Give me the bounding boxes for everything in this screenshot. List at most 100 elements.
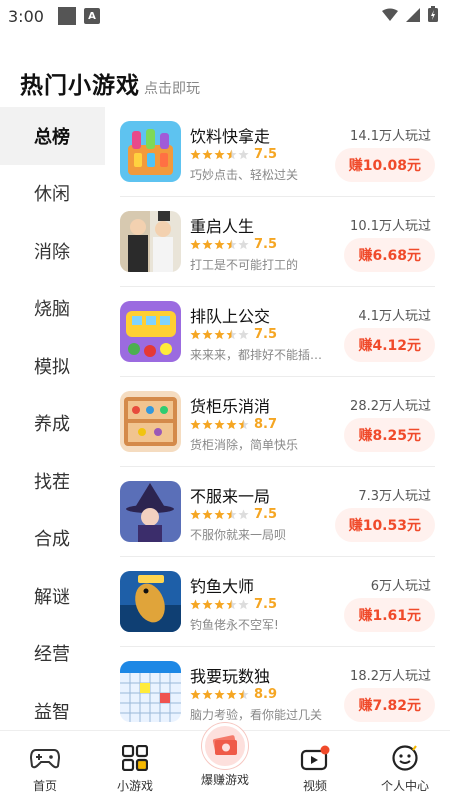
earn-button[interactable]: 赚1.61元 xyxy=(344,598,435,632)
category-item[interactable]: 合成 xyxy=(0,510,105,568)
star-icon xyxy=(190,689,201,700)
status-bar: 3:00 A xyxy=(0,0,450,32)
nav-label: 个人中心 xyxy=(380,779,429,793)
star-icon xyxy=(214,599,225,610)
rating-score: 8.7 xyxy=(254,417,278,432)
empty-star-icon xyxy=(238,329,249,340)
witch-game-thumbnail[interactable] xyxy=(120,481,181,542)
fishing-master-thumbnail[interactable] xyxy=(120,571,181,632)
empty-star-icon xyxy=(238,509,249,520)
half-star-icon xyxy=(226,149,237,160)
game-list: 饮料快拿走 7.5 巧妙点击、轻松过关 14.1万人玩过 赚10.08元 重启人… xyxy=(105,107,450,725)
star-icon xyxy=(202,689,213,700)
half-star-icon xyxy=(238,419,249,430)
play-count: 18.2万人玩过 xyxy=(350,669,431,684)
nav-label: 视频 xyxy=(302,779,327,793)
money-icon xyxy=(202,723,248,769)
app-notification-icon: A xyxy=(84,8,100,24)
nav-label: 首页 xyxy=(32,779,57,793)
star-icon xyxy=(190,509,201,520)
star-rating xyxy=(190,509,250,520)
category-item[interactable]: 休闲 xyxy=(0,165,105,223)
grid-icon xyxy=(120,743,150,773)
star-rating xyxy=(190,149,250,160)
star-rating xyxy=(190,329,250,340)
rating-score: 7.5 xyxy=(254,147,278,162)
rating: 8.9 xyxy=(190,687,277,702)
star-icon xyxy=(190,239,201,250)
battery-icon xyxy=(428,6,438,26)
life-restart-thumbnail[interactable] xyxy=(120,211,181,272)
category-item[interactable]: 找茬 xyxy=(0,452,105,510)
nav-home[interactable]: 首页 xyxy=(0,731,90,800)
earn-button[interactable]: 赚7.82元 xyxy=(344,688,435,722)
star-rating xyxy=(190,419,250,430)
page-title: 热门小游戏 xyxy=(20,73,140,99)
game-row[interactable]: 重启人生 7.5 打工是不可能打工的 10.1万人玩过 赚6.68元 xyxy=(120,197,435,287)
half-star-icon xyxy=(226,509,237,520)
empty-star-icon xyxy=(238,239,249,250)
game-description: 不服你就来一局呗 xyxy=(190,528,287,542)
category-item[interactable]: 烧脑 xyxy=(0,280,105,338)
game-row[interactable]: 钓鱼大师 7.5 钓鱼佬永不空军! 6万人玩过 赚1.61元 xyxy=(120,557,435,647)
category-sidebar: 总榜 休闲 消除 烧脑 模拟 养成 找茬 合成 解谜 经营 益智 xyxy=(0,107,105,725)
category-item[interactable]: 模拟 xyxy=(0,337,105,395)
nav-profile[interactable]: 个人中心 xyxy=(360,731,450,800)
star-icon xyxy=(202,239,213,250)
earn-button[interactable]: 赚4.12元 xyxy=(344,328,435,362)
category-item[interactable]: 益智 xyxy=(0,682,105,725)
star-icon xyxy=(190,599,201,610)
bus-queue-thumbnail[interactable] xyxy=(120,301,181,362)
status-time: 3:00 xyxy=(8,6,44,26)
game-row[interactable]: 不服来一局 7.5 不服你就来一局呗 7.3万人玩过 赚10.53元 xyxy=(120,467,435,557)
cabinet-match-thumbnail[interactable] xyxy=(120,391,181,452)
category-item[interactable]: 解谜 xyxy=(0,567,105,625)
nav-video[interactable]: 视频 xyxy=(270,731,360,800)
game-row[interactable]: 我要玩数独 8.9 脑力考验，看你能过几关 18.2万人玩过 赚7.82元 xyxy=(120,647,435,725)
star-icon xyxy=(202,599,213,610)
game-row[interactable]: 饮料快拿走 7.5 巧妙点击、轻松过关 14.1万人玩过 赚10.08元 xyxy=(120,107,435,197)
rating: 7.5 xyxy=(190,597,277,612)
half-star-icon xyxy=(238,689,249,700)
bottom-nav: 首页 小游戏 爆赚游戏 视频 个人中心 xyxy=(0,723,450,800)
video-icon xyxy=(300,743,330,773)
play-count: 10.1万人玩过 xyxy=(350,219,431,234)
game-description: 脑力考验，看你能过几关 xyxy=(190,708,323,722)
wifi-icon xyxy=(382,7,398,26)
earn-button[interactable]: 赚6.68元 xyxy=(344,238,435,272)
game-name: 饮料快拿走 xyxy=(190,127,271,146)
star-icon xyxy=(226,689,237,700)
nav-mini-games[interactable]: 小游戏 xyxy=(90,731,180,800)
rating: 7.5 xyxy=(190,147,277,162)
nav-hot-earn-games[interactable]: 爆赚游戏 xyxy=(180,723,270,800)
rating: 7.5 xyxy=(190,507,277,522)
star-icon xyxy=(202,149,213,160)
play-count: 4.1万人玩过 xyxy=(358,309,431,324)
signal-icon xyxy=(406,7,420,26)
play-count: 28.2万人玩过 xyxy=(350,399,431,414)
star-rating xyxy=(190,689,250,700)
star-icon xyxy=(214,329,225,340)
game-name: 排队上公交 xyxy=(190,307,271,326)
category-item[interactable]: 总榜 xyxy=(0,107,105,165)
game-description: 货柜消除，简单快乐 xyxy=(190,438,299,452)
star-icon xyxy=(214,419,225,430)
game-description: 来来来，都排好不能插队… xyxy=(190,348,330,362)
category-item[interactable]: 消除 xyxy=(0,222,105,280)
star-icon xyxy=(214,509,225,520)
star-icon xyxy=(190,329,201,340)
earn-button[interactable]: 赚8.25元 xyxy=(344,418,435,452)
sudoku-thumbnail[interactable] xyxy=(120,661,181,722)
earn-button[interactable]: 赚10.53元 xyxy=(334,508,435,542)
earn-button[interactable]: 赚10.08元 xyxy=(334,148,435,182)
star-icon xyxy=(190,419,201,430)
category-item[interactable]: 经营 xyxy=(0,625,105,683)
game-row[interactable]: 排队上公交 7.5 来来来，都排好不能插队… 4.1万人玩过 赚4.12元 xyxy=(120,287,435,377)
category-item[interactable]: 养成 xyxy=(0,395,105,453)
rating-score: 7.5 xyxy=(254,237,278,252)
game-row[interactable]: 货柜乐消消 8.7 货柜消除，简单快乐 28.2万人玩过 赚8.25元 xyxy=(120,377,435,467)
drinks-game-thumbnail[interactable] xyxy=(120,121,181,182)
play-count: 7.3万人玩过 xyxy=(358,489,431,504)
star-icon xyxy=(214,239,225,250)
rating: 8.7 xyxy=(190,417,277,432)
